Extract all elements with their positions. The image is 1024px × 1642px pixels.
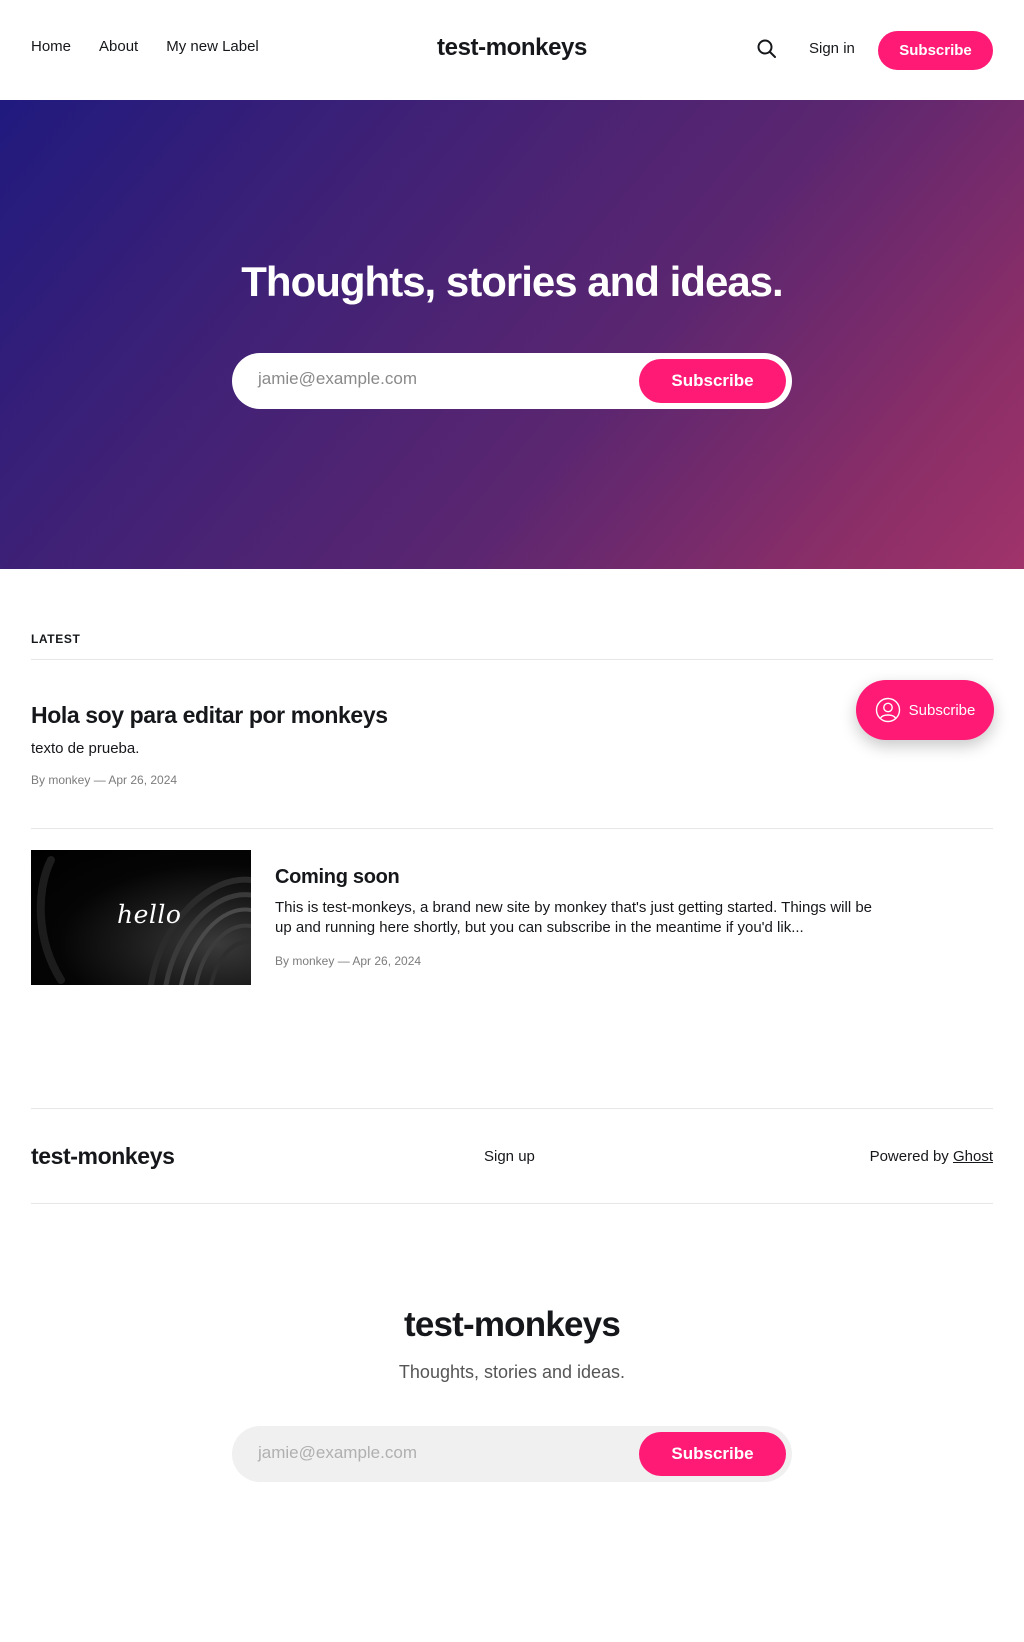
divider: [31, 1108, 993, 1109]
post-excerpt: This is test-monkeys, a brand new site b…: [275, 899, 873, 936]
header-subscribe-button[interactable]: Subscribe: [878, 31, 993, 70]
post-title[interactable]: Hola soy para editar por monkeys: [31, 702, 388, 729]
powered-by-text: Powered by: [869, 1148, 949, 1165]
hero-email-input[interactable]: jamie@example.com: [258, 369, 618, 389]
hero-subscribe-form: jamie@example.com Subscribe: [232, 353, 792, 409]
cta-subscribe-form: jamie@example.com Subscribe: [232, 1426, 792, 1482]
hero-title: Thoughts, stories and ideas.: [241, 258, 783, 305]
post-excerpt: texto de prueba.: [31, 740, 140, 757]
cta-title: test-monkeys: [403, 1305, 621, 1344]
post-meta: By monkey — Apr 26, 2024: [275, 954, 422, 968]
post-title[interactable]: Coming soon: [275, 866, 400, 889]
site-header: Home About My new Label test-monkeys Sig…: [0, 0, 1024, 100]
footer-signup-link[interactable]: Sign up: [484, 1148, 535, 1165]
hero-section: Thoughts, stories and ideas. jamie@examp…: [0, 100, 1024, 569]
divider: [31, 1203, 993, 1204]
site-logo[interactable]: test-monkeys: [437, 34, 587, 61]
post-meta: By monkey — Apr 26, 2024: [31, 773, 178, 787]
portal-subscribe-label: Subscribe: [908, 701, 976, 719]
ghost-link[interactable]: Ghost: [953, 1148, 993, 1165]
cta-email-input[interactable]: jamie@example.com: [258, 1443, 618, 1463]
post-feature-image[interactable]: hello: [31, 850, 251, 985]
hero-subscribe-button[interactable]: Subscribe: [639, 359, 786, 403]
nav-item-my-new-label[interactable]: My new Label: [166, 38, 259, 55]
nav-item-about[interactable]: About: [99, 38, 138, 55]
search-icon[interactable]: [756, 38, 778, 60]
nav-item-home[interactable]: Home: [31, 38, 71, 55]
sign-in-link[interactable]: Sign in: [809, 40, 855, 57]
cta-description: Thoughts, stories and ideas.: [398, 1362, 626, 1382]
user-circle-icon: [875, 697, 900, 723]
main-nav: Home About My new Label: [31, 38, 259, 55]
footer-powered-by: Powered by Ghost: [870, 1148, 993, 1165]
divider: [31, 828, 993, 829]
cta-subscribe-button[interactable]: Subscribe: [639, 1432, 786, 1476]
footer-logo[interactable]: test-monkeys: [31, 1143, 175, 1170]
image-hello-text: hello: [117, 900, 182, 929]
portal-subscribe-button[interactable]: Subscribe: [856, 680, 994, 740]
section-label-latest: LATEST: [31, 632, 81, 646]
divider: [31, 659, 993, 660]
